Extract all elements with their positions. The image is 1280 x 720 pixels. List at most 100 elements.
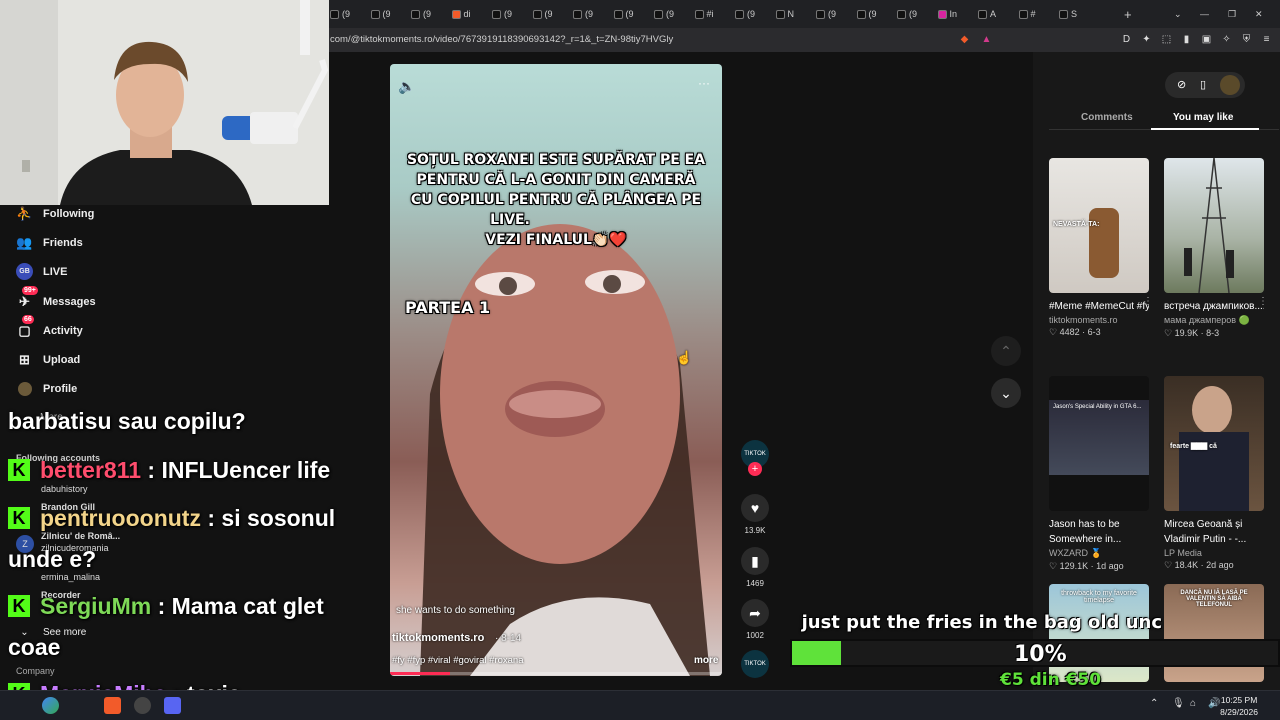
video-player[interactable]: 🔈 ··· SOȚUL ROXANEI ESTE SUPĂRAT PE EA P… xyxy=(390,64,722,676)
browser-tab[interactable]: (9 xyxy=(411,5,431,23)
video-progress-track[interactable] xyxy=(390,672,722,675)
browser-tab[interactable]: (9 xyxy=(856,5,877,23)
volume-icon[interactable]: 🔊 xyxy=(1208,698,1220,709)
heart-icon: ♡ xyxy=(1164,560,1173,570)
save-button[interactable]: ▮ 1469 xyxy=(741,547,769,588)
browser-tab[interactable]: # xyxy=(1018,5,1036,23)
extension-icon[interactable]: ⬚ xyxy=(1160,33,1173,46)
menu-icon[interactable]: ≡ xyxy=(1260,33,1273,46)
leo-ai-icon[interactable]: ✧ xyxy=(1220,33,1233,46)
card-author[interactable]: tiktokmoments.ro xyxy=(1049,315,1149,325)
close-window-icon[interactable]: ✕ xyxy=(1255,5,1263,23)
brave-shield-icon[interactable]: ◆ xyxy=(958,33,971,46)
sound-disc-button[interactable]: TIKTOK xyxy=(741,650,769,678)
browser-tab-label: A xyxy=(990,9,997,19)
card-more-icon[interactable]: ⋮ xyxy=(1143,296,1153,307)
sidebar-toggle-icon[interactable]: ▮ xyxy=(1180,33,1193,46)
browser-tab[interactable]: (9 xyxy=(573,5,593,23)
video-caption-line: PENTRU CĂ L-A GONIT DIN CAMERĂ xyxy=(416,172,696,188)
card-title: Jason has to be Somewhere in... xyxy=(1049,519,1122,545)
more-options-icon[interactable]: ··· xyxy=(698,76,710,90)
card-likes: 19.9K xyxy=(1174,328,1199,338)
browser-tab[interactable]: (9 xyxy=(654,5,674,23)
share-button[interactable]: ➦ 1002 xyxy=(741,599,769,640)
chrome-taskbar-icon[interactable] xyxy=(42,697,59,714)
follow-plus-icon[interactable]: + xyxy=(748,462,762,476)
next-video-button[interactable]: ⌄ xyxy=(991,378,1021,408)
phone-icon[interactable]: ▯ xyxy=(1200,78,1206,91)
tab-you-may-like[interactable]: You may like xyxy=(1173,112,1233,123)
brave-rewards-icon[interactable]: ▲ xyxy=(980,33,993,46)
streamer-webcam-image xyxy=(0,0,329,205)
sidebar-item-following[interactable]: ⛹ Following xyxy=(16,205,94,222)
card-likes: 129.1K xyxy=(1059,561,1089,571)
recommended-video-card[interactable]: fearte ▇▇▇ că Mircea Geoană și Vladimir … xyxy=(1164,376,1264,571)
browser-tab[interactable]: (9 xyxy=(897,5,917,23)
browser-tab[interactable]: (9 xyxy=(735,5,755,23)
microphone-icon[interactable]: 🎙 xyxy=(1172,698,1185,709)
sidebar-item-upload[interactable]: ⊞ Upload xyxy=(16,351,80,368)
card-author[interactable]: WXZARD 🏅 xyxy=(1049,548,1149,559)
following-account-username[interactable]: ermina_malina xyxy=(41,572,100,582)
card-author[interactable]: LP Media xyxy=(1164,548,1264,558)
extension-d-icon[interactable]: D xyxy=(1120,33,1133,46)
sidebar-item-friends[interactable]: 👥 Friends xyxy=(16,234,82,251)
sidebar-item-activity[interactable]: ▢ 66 Activity xyxy=(16,315,83,339)
browser-tab[interactable]: In xyxy=(937,5,958,23)
video-hashtags[interactable]: #fy #fyp #viral #goviral #roxana xyxy=(392,655,524,666)
card-more-icon[interactable]: ⋮ xyxy=(1258,296,1268,307)
tiktok-icon xyxy=(978,9,987,19)
minimize-icon[interactable]: — xyxy=(1200,5,1209,23)
compass-icon[interactable]: ⊘ xyxy=(1177,78,1186,91)
footer-company-link[interactable]: Company xyxy=(16,666,55,676)
maximize-icon[interactable]: ❐ xyxy=(1228,5,1236,23)
sidebar-item-profile[interactable]: Profile xyxy=(16,380,77,397)
author-avatar-button[interactable]: TIKTOK + xyxy=(741,440,769,476)
tray-chevron-icon[interactable]: ⌃ xyxy=(1150,698,1158,709)
recommended-video-card[interactable]: встреча джампиков.... мама джамперов 🟢 ♡… xyxy=(1164,158,1268,339)
url-text[interactable]: com/@tiktokmoments.ro/video/767391911839… xyxy=(330,34,673,45)
wallet-icon[interactable]: ▣ xyxy=(1200,33,1213,46)
brave-taskbar-icon[interactable] xyxy=(104,697,121,714)
chevron-up-icon: ⌃ xyxy=(1000,343,1012,359)
following-account-name[interactable]: Zilnicu' de Româ... xyxy=(41,531,120,541)
browser-tab[interactable]: #i xyxy=(694,5,714,23)
obs-taskbar-icon[interactable] xyxy=(134,697,151,714)
browser-tab[interactable]: (9 xyxy=(330,5,350,23)
tab-list-chevron-icon[interactable]: ⌄ xyxy=(1174,5,1182,23)
browser-tab[interactable]: (9 xyxy=(370,5,391,23)
browser-tab-label: In xyxy=(949,9,958,19)
vpn-icon[interactable]: ⛨ xyxy=(1240,33,1253,46)
browser-tab[interactable]: (9 xyxy=(816,5,836,23)
discord-taskbar-icon[interactable] xyxy=(164,697,181,714)
sidebar-item-messages[interactable]: ✈ 99+ Messages xyxy=(16,286,96,310)
tab-comments[interactable]: Comments xyxy=(1081,112,1133,123)
browser-tab[interactable]: S xyxy=(1059,5,1077,23)
card-title: #Meme #MemeCut #fy... xyxy=(1049,301,1149,312)
network-icon[interactable]: ⌂ xyxy=(1190,698,1196,709)
system-clock[interactable]: 10:25 PM 8/29/2026 xyxy=(1220,694,1258,718)
volume-icon[interactable]: 🔈 xyxy=(398,78,415,95)
browser-tab[interactable]: di xyxy=(451,5,471,23)
bookmark-icon: ▮ xyxy=(741,547,769,575)
browser-tab[interactable]: A xyxy=(978,5,996,23)
browser-tab[interactable]: N xyxy=(775,5,794,23)
browser-tab[interactable]: (9 xyxy=(613,5,634,23)
browser-tab[interactable]: (9 xyxy=(532,5,553,23)
browser-tab-label: (9 xyxy=(382,9,391,19)
following-account-username[interactable]: dabuhistory xyxy=(41,484,88,494)
browser-tab[interactable]: (9 xyxy=(492,5,512,23)
extensions-icon[interactable]: ✦ xyxy=(1140,33,1153,46)
video-author[interactable]: tiktokmoments.ro xyxy=(392,632,484,644)
kick-logo-icon: K xyxy=(8,459,30,481)
card-author[interactable]: мама джамперов 🟢 xyxy=(1164,315,1264,326)
new-tab-button[interactable]: + xyxy=(1124,5,1132,23)
recommended-video-card[interactable]: NEVASTĂ-TA: #Meme #MemeCut #fy... tiktok… xyxy=(1049,158,1153,338)
sidebar-item-live[interactable]: GB LIVE xyxy=(16,263,67,280)
user-avatar[interactable] xyxy=(1220,75,1240,95)
recommended-video-card[interactable]: Jason's Special Ability in GTA 6... Jaso… xyxy=(1049,376,1149,572)
more-description-button[interactable]: more xyxy=(694,655,718,666)
like-button[interactable]: ♥ 13.9K xyxy=(741,494,769,535)
previous-video-button[interactable]: ⌃ xyxy=(991,336,1021,366)
sidebar-item-label: Following xyxy=(43,207,95,220)
